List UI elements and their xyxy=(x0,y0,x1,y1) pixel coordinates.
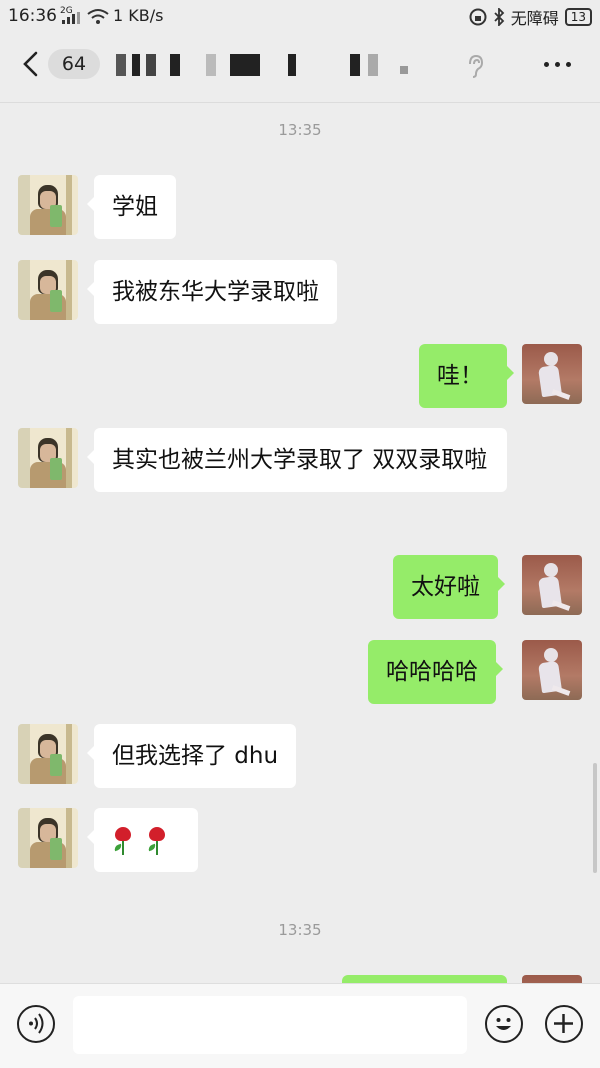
message-list[interactable]: 13:35 学姐 我被东华大学录取啦 哇！ 其实也被兰州大学录取了 双双录取啦 … xyxy=(0,103,600,1035)
status-time: 16:36 xyxy=(8,6,57,26)
input-bar xyxy=(0,983,600,1068)
lock-rotation-icon xyxy=(469,8,487,26)
contact-avatar[interactable] xyxy=(18,724,78,784)
ear-icon[interactable] xyxy=(465,52,485,80)
incoming-message[interactable]: 其实也被兰州大学录取了 双双录取啦 xyxy=(87,428,507,492)
contact-avatar[interactable] xyxy=(18,175,78,235)
message-input[interactable] xyxy=(73,996,467,1054)
message-timestamp: 13:35 xyxy=(278,921,322,939)
chat-header: 64 xyxy=(0,30,600,103)
contact-avatar[interactable] xyxy=(18,808,78,868)
bluetooth-icon xyxy=(494,8,504,26)
accessibility-label: 无障碍 xyxy=(510,9,559,28)
outgoing-message[interactable]: 太好啦 xyxy=(393,555,505,619)
my-avatar[interactable] xyxy=(522,640,582,700)
incoming-message[interactable]: 我被东华大学录取啦 xyxy=(87,260,337,324)
network-speed: 1 KB/s xyxy=(113,6,164,25)
signal-bars-icon xyxy=(62,12,80,24)
battery-icon: 13 xyxy=(564,8,592,26)
unread-count-badge[interactable]: 64 xyxy=(48,49,100,79)
contact-avatar[interactable] xyxy=(18,428,78,488)
outgoing-message[interactable]: 哇！ xyxy=(419,344,514,408)
plus-icon[interactable] xyxy=(545,1005,583,1043)
incoming-message[interactable]: 学姐 xyxy=(87,175,176,239)
rose-icon xyxy=(146,825,168,857)
my-avatar[interactable] xyxy=(522,344,582,404)
more-icon[interactable] xyxy=(542,54,574,74)
voice-icon[interactable] xyxy=(17,1005,55,1043)
scrollbar[interactable] xyxy=(593,763,597,873)
incoming-message[interactable]: 但我选择了 dhu xyxy=(86,724,297,788)
contact-avatar[interactable] xyxy=(18,260,78,320)
message-timestamp: 13:35 xyxy=(278,121,322,139)
rose-icon xyxy=(112,825,134,857)
wifi-icon xyxy=(87,9,109,24)
outgoing-message[interactable]: 哈哈哈哈 xyxy=(368,640,503,704)
status-bar: 16:36 2G 1 KB/s 无障碍 13 xyxy=(0,0,600,30)
my-avatar[interactable] xyxy=(522,555,582,615)
back-icon[interactable] xyxy=(20,50,44,78)
emoji-icon[interactable] xyxy=(485,1005,523,1043)
incoming-message-emoji[interactable] xyxy=(87,808,198,872)
redacted-contact-name xyxy=(110,54,410,78)
